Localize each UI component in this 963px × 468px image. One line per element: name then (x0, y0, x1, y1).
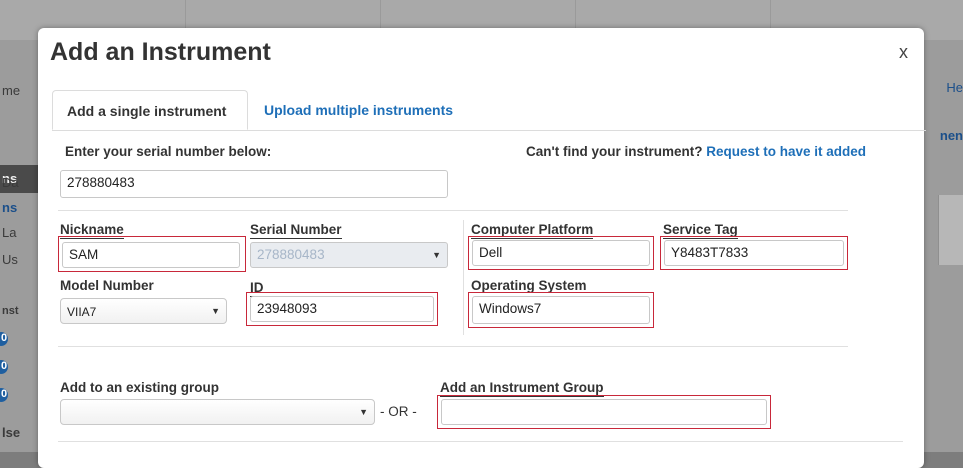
serial-number-label: Serial Number (250, 222, 342, 239)
instrument-group-input[interactable] (441, 399, 767, 425)
background-right-panel: He nen (923, 40, 963, 452)
background-text: He (946, 80, 963, 95)
computer-platform-input[interactable]: Dell (472, 240, 650, 266)
tab-bar: Add a single instrument Upload multiple … (52, 90, 926, 131)
background-text: ns (2, 200, 18, 215)
background-sidebar: me ns Da ns La Us nst 0 0 0 lse (0, 40, 40, 452)
column-divider (463, 220, 464, 335)
background-text: nen (939, 128, 963, 143)
model-number-select[interactable]: VIIA7 ▼ (60, 298, 227, 324)
add-instrument-modal: Add an Instrument x Add a single instrum… (38, 28, 926, 468)
service-tag-input[interactable]: Y8483T7833 (664, 240, 844, 266)
background-text: lse (2, 425, 21, 440)
existing-group-select[interactable]: ▼ (60, 399, 375, 425)
divider (58, 441, 903, 442)
tab-upload-multiple[interactable]: Upload multiple instruments (250, 90, 467, 130)
or-separator: - OR - (380, 404, 417, 419)
model-number-label: Model Number (60, 278, 154, 293)
serial-prompt-label: Enter your serial number below: (65, 144, 272, 159)
background-text: 0 (1, 332, 8, 344)
divider (58, 210, 848, 211)
background-text: La (2, 225, 17, 240)
close-icon[interactable]: x (899, 42, 908, 63)
tab-add-single[interactable]: Add a single instrument (52, 90, 248, 130)
existing-group-label: Add to an existing group (60, 380, 219, 395)
chevron-down-icon: ▼ (432, 250, 441, 260)
serial-number-select[interactable]: 278880483 ▼ (250, 242, 448, 268)
background-text: 0 (1, 360, 8, 372)
serial-number-input[interactable]: 278880483 (60, 170, 448, 198)
background-dropdown (938, 195, 963, 265)
cant-find-text: Can't find your instrument? Request to h… (526, 144, 866, 159)
id-input[interactable]: 23948093 (250, 296, 434, 322)
background-text: nst (2, 305, 19, 317)
divider (58, 346, 848, 347)
nickname-input[interactable]: SAM (62, 242, 240, 268)
background-text: me (2, 83, 21, 98)
chevron-down-icon: ▼ (359, 407, 368, 417)
operating-system-input[interactable]: Windows7 (472, 296, 650, 324)
model-number-value: VIIA7 (67, 305, 97, 319)
request-instrument-link[interactable]: Request to have it added (706, 144, 866, 159)
operating-system-label: Operating System (471, 278, 587, 293)
modal-title: Add an Instrument (50, 38, 271, 66)
chevron-down-icon: ▼ (211, 306, 220, 316)
serial-number-value: 278880483 (257, 247, 325, 262)
cant-find-label: Can't find your instrument? (526, 144, 703, 159)
background-text: Da (2, 175, 19, 190)
background-text: Us (2, 252, 18, 267)
background-text: 0 (1, 388, 8, 400)
